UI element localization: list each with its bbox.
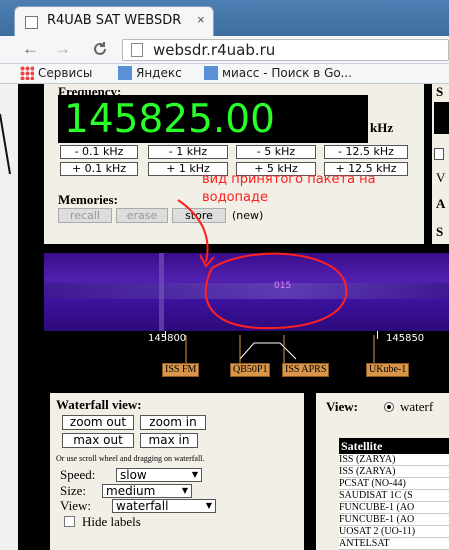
satellite-tag-ukube-1[interactable]: UKube-1 xyxy=(366,363,410,377)
browser-tab[interactable]: R4UAB SAT WEBSDR × xyxy=(14,6,214,36)
hide-labels-label: Hide labels xyxy=(82,514,141,529)
view-radio[interactable] xyxy=(384,402,394,412)
tab-title: R4UAB SAT WEBSDR xyxy=(47,13,182,28)
zoom-out-button[interactable]: zoom out xyxy=(62,415,134,430)
recall-button[interactable]: recall xyxy=(58,208,112,223)
view-select[interactable]: waterfall ▼ xyxy=(112,499,216,513)
waterfall-display[interactable]: 015 xyxy=(44,253,449,331)
right-button[interactable] xyxy=(434,148,444,160)
frequency-panel: Frequency: 145825.00 kHz - 0.1 kHz - 1 k… xyxy=(44,84,424,244)
forward-arrow-icon[interactable]: → xyxy=(54,39,71,59)
right-letter-3: A xyxy=(436,196,446,211)
size-label: Size: xyxy=(60,483,86,498)
satellite-tag-qb50p1[interactable]: QB50P1 xyxy=(230,363,271,377)
table-row[interactable]: PCSAT (NO-44) xyxy=(339,478,449,490)
right-mini-display xyxy=(434,102,449,134)
satellite-table: Satellite ISS (ZARYA) ISS (ZARYA) PCSAT … xyxy=(339,438,449,550)
frequency-unit: kHz xyxy=(370,120,394,135)
tab-close-icon[interactable]: × xyxy=(197,12,205,27)
bookmark-services[interactable]: Сервисы xyxy=(20,66,92,80)
frequency-display[interactable]: 145825.00 xyxy=(58,95,368,143)
zoom-in-button[interactable]: zoom in xyxy=(140,415,206,430)
bookmarks-bar: Сервисы Яндекс миасс - Поиск в Go... xyxy=(0,64,449,84)
right-letter-1: S xyxy=(436,84,444,99)
received-packet-signal: 015 xyxy=(274,281,292,291)
table-row[interactable]: ANTELSAT xyxy=(339,538,449,550)
table-row[interactable]: FUNCUBE-1 (AO xyxy=(339,514,449,526)
frequency-scale[interactable]: 145800 145850 ISS FM QB50P1 ISS APRS UKu… xyxy=(44,331,449,387)
bookmark-miass-search[interactable]: миасс - Поиск в Go... xyxy=(204,66,352,80)
step-minus-1-button[interactable]: - 1 kHz xyxy=(148,145,228,159)
apps-grid-icon xyxy=(20,66,34,80)
max-out-button[interactable]: max out xyxy=(62,433,134,448)
size-select[interactable]: medium ▼ xyxy=(102,484,192,498)
passband-marker[interactable] xyxy=(44,331,449,387)
waterfall-hint: Or use scroll wheel and dragging on wate… xyxy=(56,454,205,463)
back-arrow-icon[interactable]: ← xyxy=(22,39,39,59)
store-button[interactable]: store xyxy=(172,208,226,223)
favicon-icon xyxy=(25,16,38,29)
table-row[interactable]: UOSAT 2 (UO-11) xyxy=(339,526,449,538)
side-view-label: View: xyxy=(326,399,359,414)
view-value: waterfall xyxy=(116,499,169,513)
chevron-down-icon: ▼ xyxy=(205,501,212,510)
bookmark-icon xyxy=(118,66,132,80)
size-value: medium xyxy=(106,484,156,498)
bookmark-icon xyxy=(204,66,218,80)
memories-label: Memories: xyxy=(58,192,118,207)
step-plus-0.1-button[interactable]: + 0.1 kHz xyxy=(60,162,138,176)
table-row[interactable]: FUNCUBE-1 (AO xyxy=(339,502,449,514)
right-letter-4: S xyxy=(436,224,444,239)
table-row[interactable]: ISS (ZARYA) xyxy=(339,466,449,478)
max-in-button[interactable]: max in xyxy=(140,433,198,448)
chevron-down-icon: ▼ xyxy=(181,486,188,495)
side-view-value: waterf xyxy=(400,399,434,414)
satellite-table-header: Satellite xyxy=(339,438,449,454)
right-letter-2: V xyxy=(436,170,446,185)
memory-new-label: (new) xyxy=(232,209,264,222)
step-minus-5-button[interactable]: - 5 kHz xyxy=(236,145,316,159)
table-row[interactable]: ISS (ZARYA) xyxy=(339,454,449,466)
waterfall-view-title: Waterfall view: xyxy=(56,397,142,412)
table-row[interactable]: SAUDISAT 1C (S xyxy=(339,490,449,502)
speed-value: slow xyxy=(120,468,147,482)
chevron-down-icon: ▼ xyxy=(191,470,198,479)
page-icon xyxy=(131,43,143,57)
satellite-tag-iss-fm[interactable]: ISS FM xyxy=(162,363,200,377)
browser-toolbar: ← → websdr.r4uab.ru xyxy=(0,36,449,64)
erase-button[interactable]: erase xyxy=(116,208,168,223)
waterfall-band xyxy=(44,283,449,299)
waterfall-carrier-line xyxy=(159,253,164,331)
view-label: View: xyxy=(60,498,91,513)
speed-select[interactable]: slow ▼ xyxy=(116,468,202,482)
annotation-text: вид принятого пакета на водопаде xyxy=(202,172,376,205)
address-bar[interactable]: websdr.r4uab.ru xyxy=(122,39,449,61)
bookmark-yandex[interactable]: Яндекс xyxy=(118,66,182,80)
satellite-tag-iss-aprs[interactable]: ISS APRS xyxy=(282,363,330,377)
right-settings-panel: S V A S xyxy=(432,84,449,244)
frequency-value: 145825.00 xyxy=(64,97,275,142)
hide-labels-checkbox[interactable] xyxy=(64,516,75,527)
speed-label: Speed: xyxy=(60,467,96,482)
step-minus-12.5-button[interactable]: - 12.5 kHz xyxy=(324,145,408,159)
waterfall-view-panel: Waterfall view: zoom out zoom in max out… xyxy=(50,393,304,550)
url-text: websdr.r4uab.ru xyxy=(153,41,276,59)
reload-icon[interactable] xyxy=(92,39,108,62)
left-page-strip xyxy=(0,84,18,550)
left-dark-gap xyxy=(18,84,44,244)
step-minus-0.1-button[interactable]: - 0.1 kHz xyxy=(60,145,138,159)
